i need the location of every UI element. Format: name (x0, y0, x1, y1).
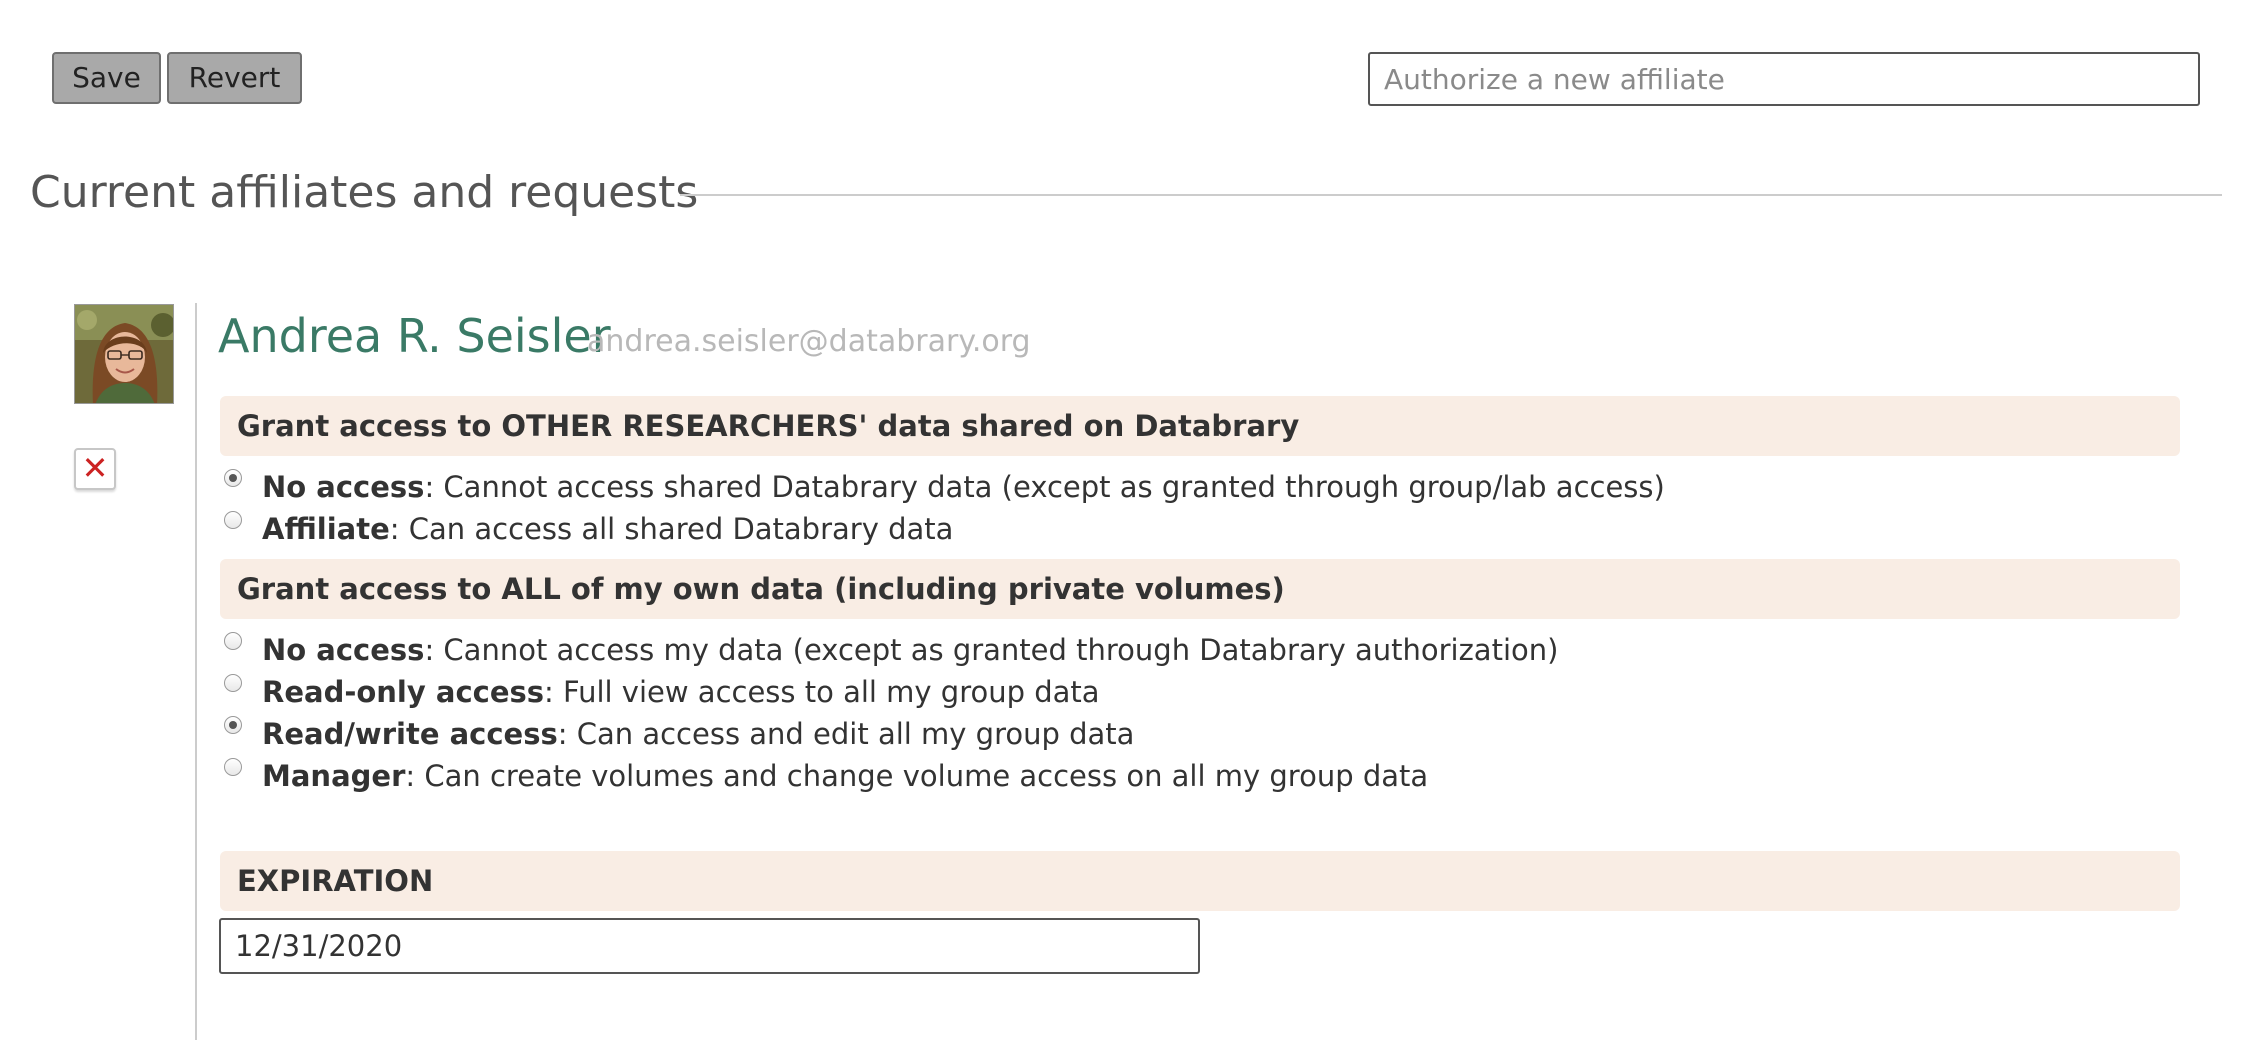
option-name: Manager (262, 759, 406, 793)
save-button[interactable]: Save (52, 52, 161, 104)
affiliate-email: andrea.seisler@databrary.org (587, 324, 1031, 359)
radio-button[interactable] (224, 632, 242, 650)
option-text: No access: Cannot access shared Databrar… (262, 467, 1665, 507)
grant-own-heading: Grant access to ALL of my own data (incl… (220, 559, 2180, 619)
radio-button[interactable] (224, 674, 242, 692)
option-name: No access (262, 633, 425, 667)
affiliate-name: Andrea R. Seisler (218, 309, 611, 363)
option-name: Read-only access (262, 675, 545, 709)
option-name: Read/write access (262, 717, 558, 751)
section-title: Current affiliates and requests (30, 167, 699, 218)
option-text: Manager: Can create volumes and change v… (262, 756, 1428, 796)
option-desc: : Cannot access my data (except as grant… (424, 633, 1559, 667)
section-divider (680, 194, 2222, 196)
revert-button[interactable]: Revert (167, 52, 302, 104)
avatar-photo-icon (75, 305, 173, 403)
option-text: Read/write access: Can access and edit a… (262, 714, 1134, 754)
left-divider (195, 303, 197, 1040)
grant-other-heading: Grant access to OTHER RESEARCHERS' data … (220, 396, 2180, 456)
affiliates-page: Save Revert Current affiliates and reque… (0, 0, 2248, 1040)
expiration-heading: EXPIRATION (220, 851, 2180, 911)
option-desc: : Cannot access shared Databrary data (e… (424, 470, 1665, 504)
option-desc: : Can access all shared Databrary data (389, 512, 954, 546)
radio-button[interactable] (224, 758, 242, 776)
option-desc: : Full view access to all my group data (544, 675, 1100, 709)
expiration-date-input[interactable] (219, 918, 1200, 974)
radio-button[interactable] (224, 469, 242, 487)
authorize-affiliate-input[interactable] (1368, 52, 2200, 106)
option-text: Affiliate: Can access all shared Databra… (262, 509, 953, 549)
remove-affiliate-button[interactable]: ✕ (74, 448, 116, 490)
option-name: No access (262, 470, 425, 504)
option-name: Affiliate (262, 512, 390, 546)
option-text: No access: Cannot access my data (except… (262, 630, 1558, 670)
option-text: Read-only access: Full view access to al… (262, 672, 1100, 712)
option-desc: : Can access and edit all my group data (557, 717, 1135, 751)
radio-button[interactable] (224, 511, 242, 529)
avatar (74, 304, 174, 404)
close-icon: ✕ (81, 449, 109, 487)
option-desc: : Can create volumes and change volume a… (405, 759, 1429, 793)
radio-button[interactable] (224, 716, 242, 734)
